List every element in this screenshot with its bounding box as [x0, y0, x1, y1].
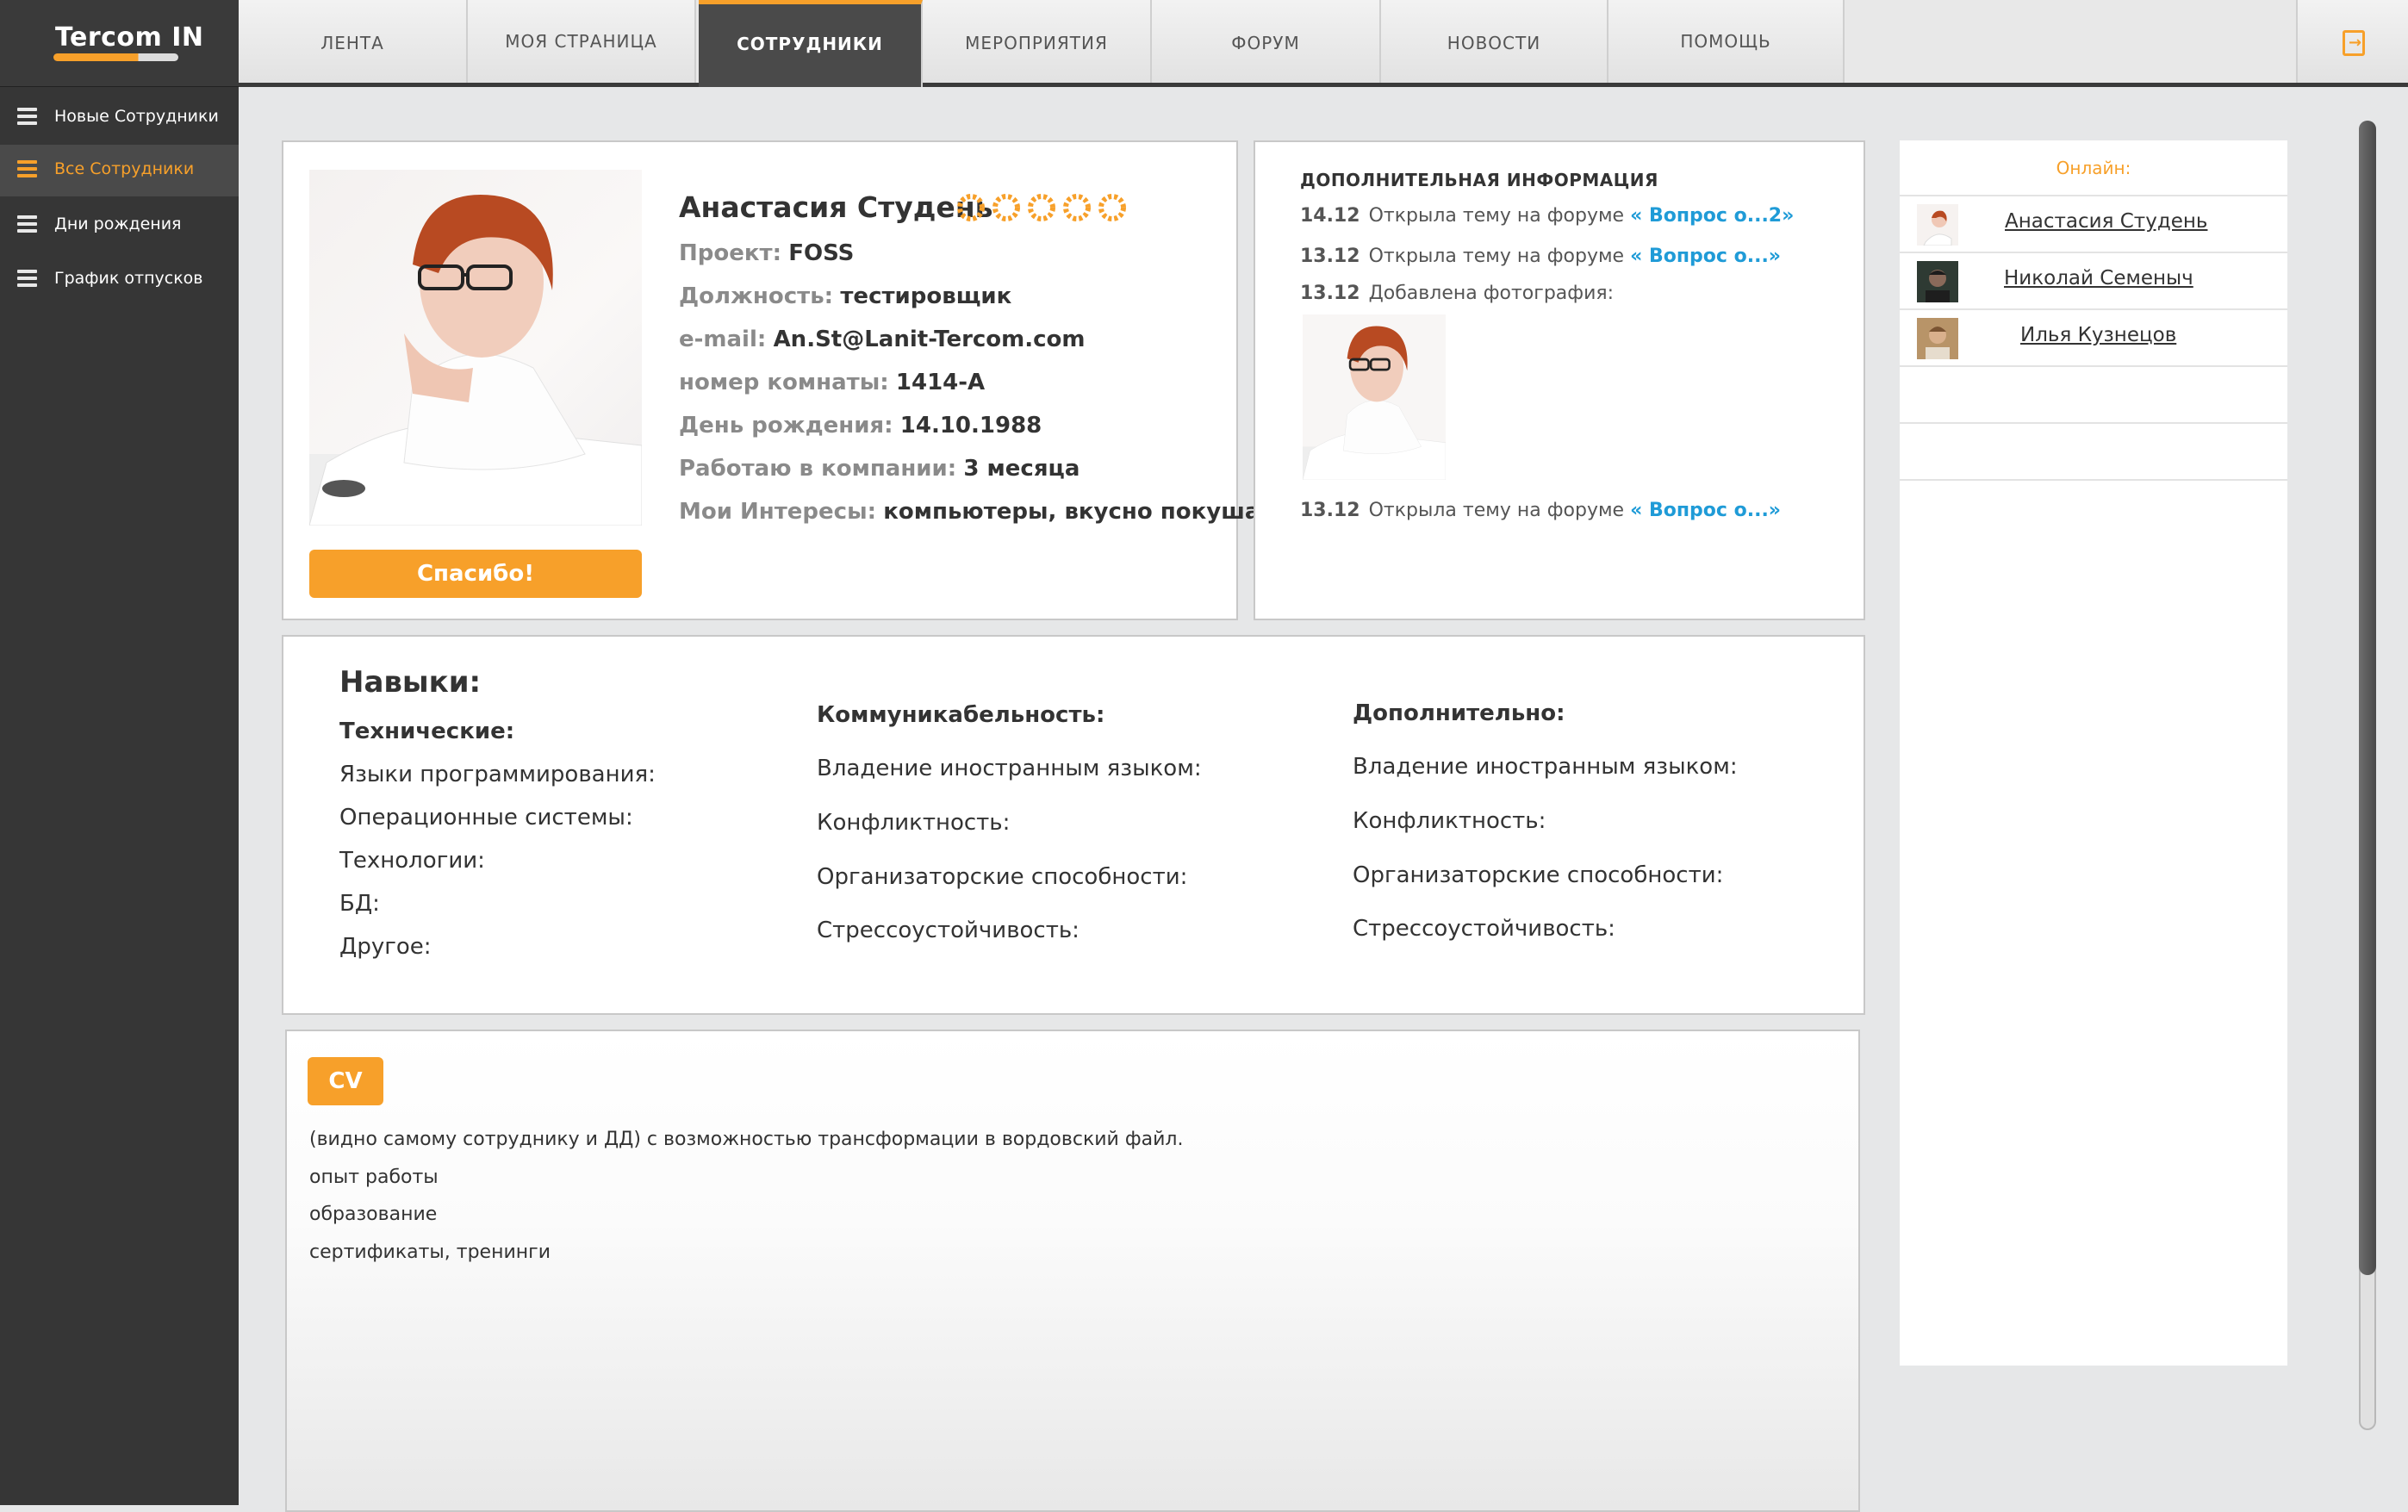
activity-item: 13.12 Открыла тему на форуме « Вопрос о..…	[1300, 500, 1782, 521]
panel-title: ДОПОЛНИТЕЛЬНАЯ ИНФОРМАЦИЯ	[1300, 170, 1658, 190]
forum-topic-link[interactable]: « Вопрос о...»	[1630, 500, 1781, 521]
online-user-row[interactable]: Николай Семеныч	[1900, 252, 2287, 308]
additional-info-panel: ДОПОЛНИТЕЛЬНАЯ ИНФОРМАЦИЯ 14.12 Открыла т…	[1254, 140, 1865, 620]
skill-item: Технологии:	[339, 848, 485, 874]
thanks-button[interactable]: Спасибо!	[309, 550, 642, 598]
field-birthday: День рождения: 14.10.1988	[679, 413, 1042, 439]
skill-item: Владение иностранным языком:	[1353, 754, 1738, 780]
skill-item: Конфликтность:	[1353, 808, 1546, 834]
cv-button[interactable]: CV	[308, 1057, 383, 1105]
online-user-row[interactable]: Анастасия Студень	[1900, 195, 2287, 252]
menu-icon	[17, 270, 37, 287]
field-email: e-mail: An.St@Lanit-Tercom.com	[679, 327, 1086, 352]
avatar	[1917, 204, 1958, 246]
cv-panel: CV (видно самому сотруднику и ДД) с возм…	[285, 1030, 1860, 1512]
app-logo[interactable]: Tercom IN	[0, 0, 239, 87]
field-tenure: Работаю в компании: 3 месяца	[679, 456, 1080, 482]
menu-icon	[17, 160, 37, 177]
cv-line: сертификаты, тренинги	[309, 1241, 551, 1263]
sidebar-item-all-employees[interactable]: Все Сотрудники	[0, 145, 239, 196]
star-icon	[1063, 194, 1091, 221]
sidebar-item-label: График отпусков	[54, 269, 203, 288]
skills-heading-technical: Технические:	[339, 719, 515, 744]
sidebar-item-new-employees[interactable]: Новые Сотрудники	[0, 92, 239, 144]
skill-item: Владение иностранным языком:	[817, 756, 1202, 781]
avatar	[1917, 318, 1958, 359]
skills-title: Навыки:	[339, 665, 482, 700]
added-photo-thumbnail[interactable]	[1303, 314, 1446, 480]
profile-card: Спасибо! Анастасия Студень Проект: FOSS …	[282, 140, 1287, 620]
tab-help[interactable]: ПОМОЩЬ	[1608, 0, 1845, 83]
online-user-name[interactable]: Анастасия Студень	[2005, 210, 2207, 233]
online-user-name[interactable]: Николай Семеныч	[2004, 267, 2193, 289]
activity-item: 14.12 Открыла тему на форуме « Вопрос о..…	[1300, 205, 1795, 227]
online-users-panel: Онлайн: Анастасия Студень Николай Семены…	[1900, 140, 2287, 1366]
avatar	[1917, 261, 1958, 302]
logo-bar	[53, 53, 178, 61]
field-interests: Мои Интересы: компьютеры, вкусно покушат…	[679, 499, 1287, 525]
online-user-row-empty	[1900, 365, 2287, 422]
employee-name: Анастасия Студень	[679, 190, 993, 224]
skill-item: Конфликтность:	[817, 810, 1011, 836]
activity-item: 13.12 Добавлена фотография:	[1300, 283, 1615, 304]
skill-item: БД:	[339, 891, 380, 917]
profile-photo	[309, 170, 642, 526]
online-title: Онлайн:	[2056, 158, 2131, 178]
star-icon	[1028, 194, 1055, 221]
skill-item: Стрессоустойчивость:	[1353, 916, 1615, 942]
menu-icon	[17, 215, 37, 233]
menu-icon	[17, 108, 37, 125]
tab-employees[interactable]: СОТРУДНИКИ	[699, 0, 923, 87]
skill-item: Другое:	[339, 934, 432, 960]
scrollbar-thumb[interactable]	[2359, 121, 2376, 1275]
logo-text: Tercom IN	[55, 22, 204, 53]
skill-item: Стрессоустойчивость:	[817, 918, 1080, 943]
skills-heading-additional: Дополнительно:	[1353, 700, 1565, 726]
rating-stars	[957, 194, 1134, 225]
sidebar: Tercom IN Новые Сотрудники Все Сотрудник…	[0, 0, 239, 1505]
tab-events[interactable]: МЕРОПРИЯТИЯ	[923, 0, 1152, 83]
tab-feed[interactable]: ЛЕНТА	[239, 0, 468, 83]
logout-icon: →	[2343, 30, 2365, 56]
field-position: Должность: тестировщик	[679, 283, 1012, 309]
star-icon	[992, 194, 1020, 221]
field-project: Проект: FOSS	[679, 240, 855, 266]
star-icon	[1098, 194, 1126, 221]
online-user-row[interactable]: Илья Кузнецов	[1900, 308, 2287, 365]
tab-forum[interactable]: ФОРУМ	[1152, 0, 1381, 83]
activity-item: 13.12 Открыла тему на форуме « Вопрос о..…	[1300, 246, 1782, 267]
logout-button[interactable]: →	[2296, 0, 2408, 83]
skill-item: Языки программирования:	[339, 762, 656, 787]
sidebar-item-birthdays[interactable]: Дни рождения	[0, 200, 239, 252]
field-room: номер комнаты: 1414-А	[679, 370, 986, 395]
skills-panel: Навыки: Технические: Языки программирова…	[282, 635, 1865, 1015]
tab-my-page[interactable]: МОЯ СТРАНИЦА	[468, 0, 696, 83]
sidebar-item-label: Все Сотрудники	[54, 159, 195, 178]
skill-item: Организаторские способности:	[1353, 862, 1724, 888]
sidebar-item-label: Новые Сотрудники	[54, 107, 219, 126]
tab-news[interactable]: НОВОСТИ	[1381, 0, 1608, 83]
sidebar-item-label: Дни рождения	[54, 215, 182, 233]
online-user-row-empty	[1900, 422, 2287, 479]
cv-line: опыт работы	[309, 1167, 439, 1188]
cv-line: образование	[309, 1204, 438, 1225]
online-user-row-empty	[1900, 479, 2287, 536]
skill-item: Организаторские способности:	[817, 864, 1188, 890]
star-icon	[957, 194, 985, 221]
forum-topic-link[interactable]: « Вопрос о...2»	[1630, 205, 1794, 227]
online-user-name[interactable]: Илья Кузнецов	[2020, 324, 2176, 346]
top-nav: ЛЕНТА МОЯ СТРАНИЦА СОТРУДНИКИ МЕРОПРИЯТИ…	[239, 0, 2408, 87]
skill-item: Операционные системы:	[339, 805, 633, 831]
skills-heading-communication: Коммуникабельность:	[817, 702, 1105, 728]
cv-line: (видно самому сотруднику и ДД) с возможн…	[309, 1129, 1184, 1150]
sidebar-item-vacation-schedule[interactable]: График отпусков	[0, 254, 239, 306]
forum-topic-link[interactable]: « Вопрос о...»	[1630, 246, 1781, 267]
